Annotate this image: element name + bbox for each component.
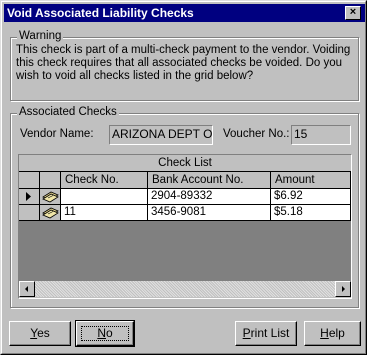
table-row-cell-amount[interactable]: $5.18 <box>271 205 351 221</box>
column-header-check-no[interactable]: Check No. <box>61 172 148 189</box>
check-icon-cell <box>40 205 61 221</box>
print-button-mnemonic: P <box>242 326 251 340</box>
scroll-left-arrow-icon <box>25 286 28 292</box>
column-header-bank-account[interactable]: Bank Account No. <box>148 172 271 189</box>
warning-message: This check is part of a multi-check paym… <box>16 44 351 82</box>
table-row-cell-bank-account[interactable]: 2904-89332 <box>148 189 271 205</box>
print-list-button[interactable]: Print List <box>235 321 297 346</box>
warning-group-label: Warning <box>17 30 64 42</box>
scroll-right-arrow-icon <box>342 286 345 292</box>
check-icon-cell <box>40 189 61 205</box>
table-row-cell-amount[interactable]: $6.92 <box>271 189 351 205</box>
table-row-cell-check-no[interactable] <box>61 189 148 205</box>
close-icon: × <box>349 6 357 18</box>
voucher-no-field: 15 <box>291 125 351 145</box>
yes-button-label: es <box>37 326 50 340</box>
window-title: Void Associated Liability Checks <box>7 6 194 20</box>
check-stack-icon <box>42 207 59 219</box>
close-button[interactable]: × <box>345 6 361 20</box>
scroll-left-button[interactable] <box>19 281 35 297</box>
column-header-amount[interactable]: Amount <box>271 172 351 189</box>
voucher-no-label: Voucher No.: <box>223 128 290 140</box>
horizontal-scrollbar[interactable] <box>19 281 351 298</box>
dialog-window: Void Associated Liability Checks × Warni… <box>0 0 367 355</box>
help-button-label: elp <box>328 326 345 340</box>
help-button[interactable]: Help <box>304 321 361 346</box>
check-stack-icon <box>42 191 59 203</box>
vendor-name-field: ARIZONA DEPT OF <box>109 125 213 145</box>
check-list-grid[interactable]: Check List Check No. Bank Account No. Am… <box>18 154 352 299</box>
title-bar: Void Associated Liability Checks × <box>4 4 365 22</box>
focus-rectangle <box>81 326 129 341</box>
vendor-name-label: Vendor Name: <box>20 128 94 140</box>
table-row-cell-bank-account[interactable]: 3456-9081 <box>148 205 271 221</box>
current-row-arrow-icon <box>26 192 31 201</box>
scroll-right-button[interactable] <box>335 281 351 297</box>
grid-header-icon <box>40 172 61 189</box>
help-button-mnemonic: H <box>320 326 329 340</box>
associated-checks-label: Associated Checks <box>17 106 119 118</box>
table-row-cell-check-no[interactable]: 11 <box>61 205 148 221</box>
no-button[interactable]: No <box>75 320 135 347</box>
row-selector[interactable] <box>19 205 40 221</box>
yes-button[interactable]: Yes <box>9 321 71 346</box>
row-selector[interactable] <box>19 189 40 205</box>
grid-caption: Check List <box>19 155 351 172</box>
print-button-label: rint List <box>250 326 290 340</box>
grid-header-selector <box>19 172 40 189</box>
scroll-track[interactable] <box>35 281 335 297</box>
